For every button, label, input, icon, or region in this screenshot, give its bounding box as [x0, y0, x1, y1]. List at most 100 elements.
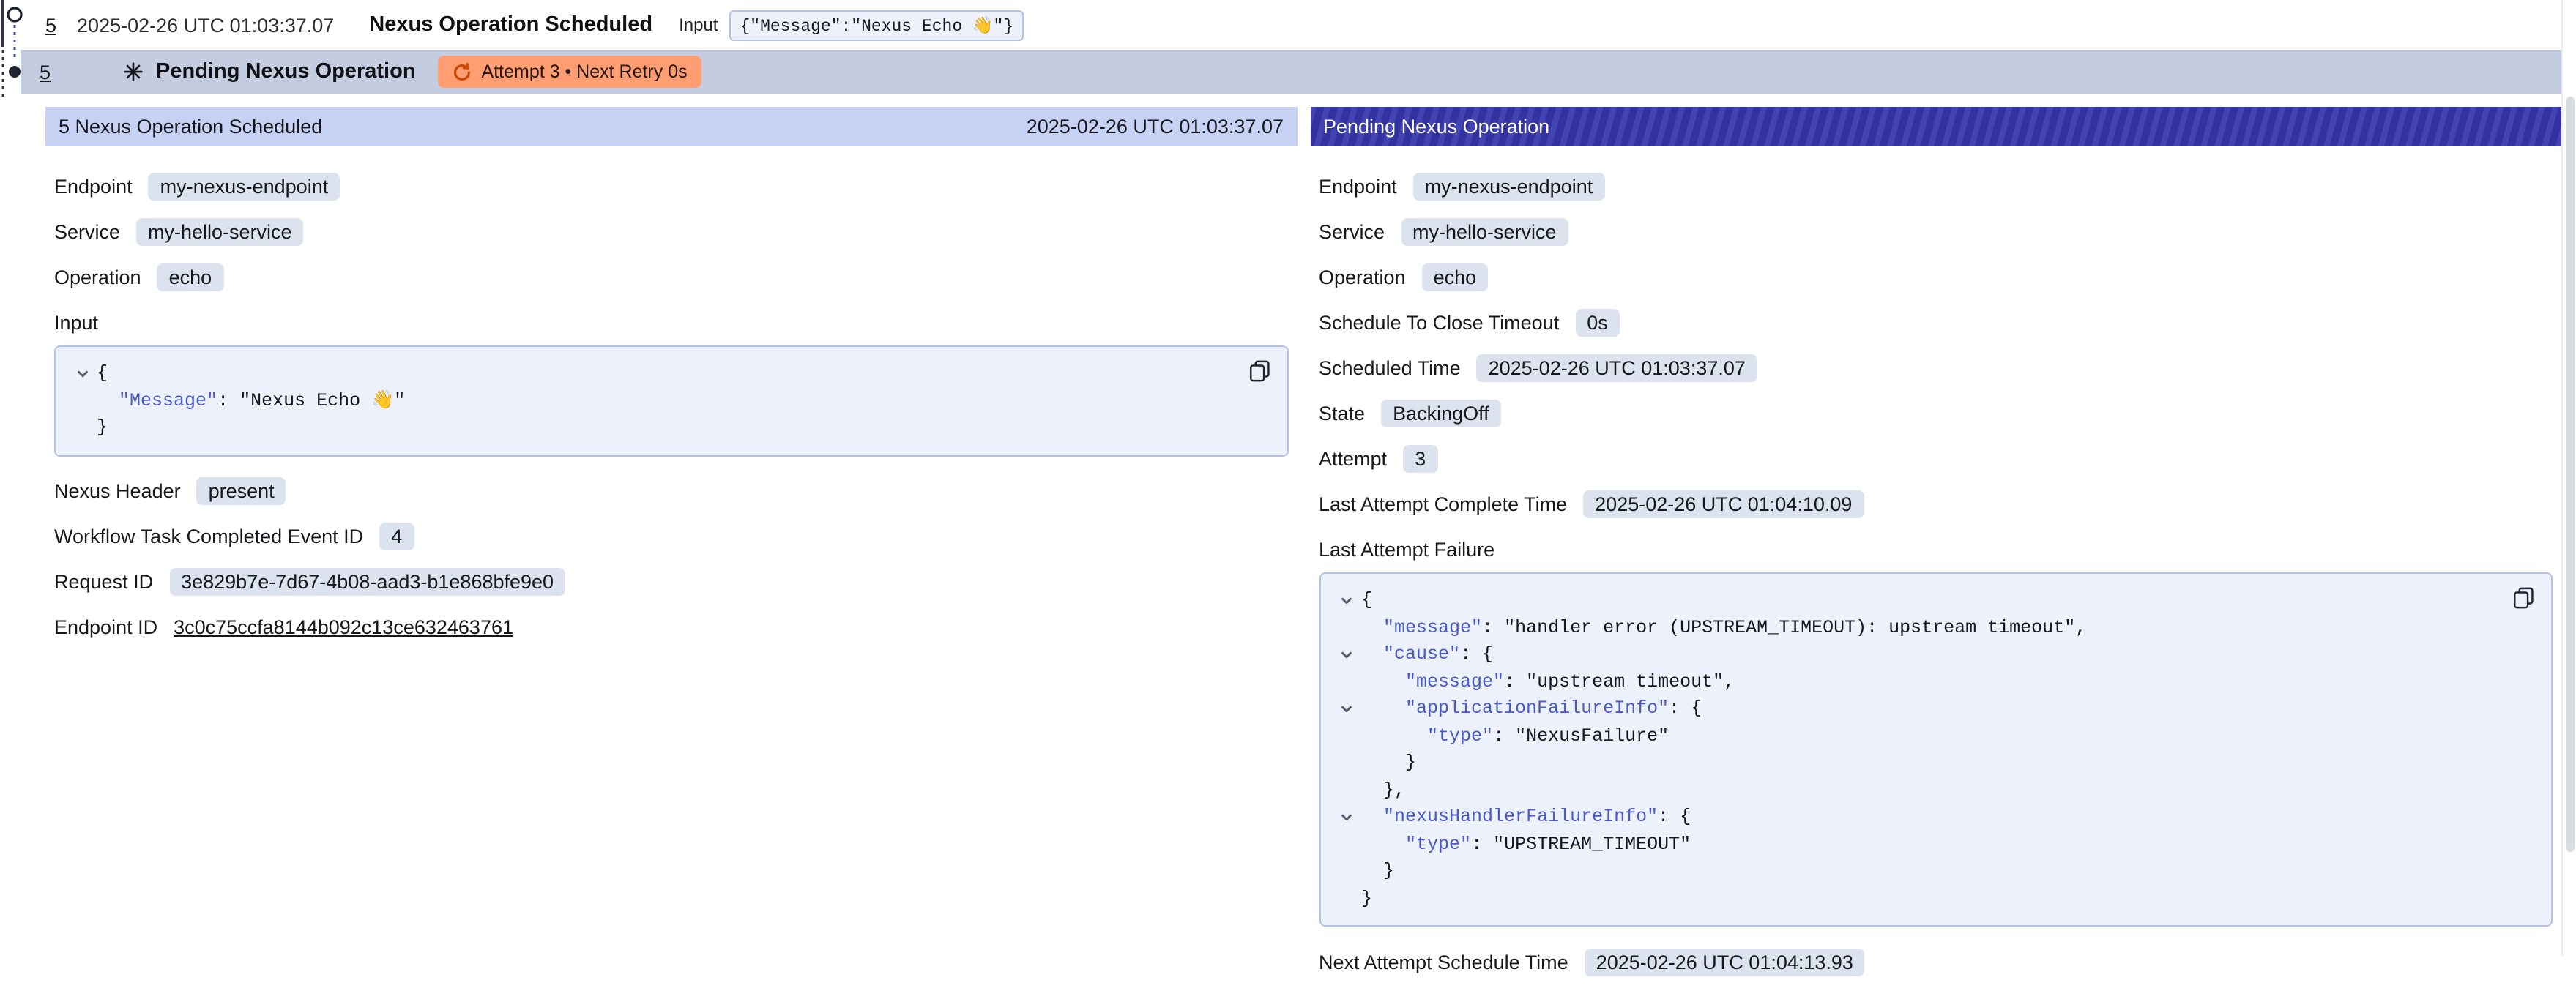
- event-panel-body: Endpoint my-nexus-endpoint Service my-hello…: [45, 146, 1297, 643]
- detail-panels: 5 Nexus Operation Scheduled 2025-02-26 U…: [45, 107, 2561, 991]
- collapse-chevron-icon[interactable]: [1332, 695, 1361, 722]
- endpoint-value-badge: my-nexus-endpoint: [149, 172, 340, 200]
- detail-label: Workflow Task Completed Event ID: [54, 526, 363, 547]
- scrollbar-thumb[interactable]: [2566, 97, 2575, 852]
- retry-icon: [453, 62, 472, 81]
- pending-asterisk-icon: [122, 61, 143, 82]
- event-id-link[interactable]: 5: [45, 14, 56, 36]
- pending-panel-body: Endpoint my-nexus-endpoint Service my-hello…: [1310, 146, 2561, 978]
- code-line-text: "message": "handler error (UPSTREAM_TIME…: [1361, 614, 2086, 641]
- detail-label: Endpoint: [54, 175, 133, 197]
- last-attempt-failure-json-block: { "message": "handler error (UPSTREAM_TI…: [1319, 572, 2553, 927]
- detail-label: Input: [54, 311, 98, 333]
- detail-row-nexus-header: Nexus Header present: [54, 475, 1288, 507]
- code-gutter: [67, 414, 97, 441]
- code-line-text: "type": "UPSTREAM_TIMEOUT": [1361, 831, 1691, 858]
- detail-row-operation: Operation echo: [1319, 261, 2553, 293]
- code-gutter: [67, 387, 97, 414]
- detail-label: Next Attempt Schedule Time: [1319, 951, 1568, 973]
- code-line-text: "Message": "Nexus Echo 👋": [97, 387, 405, 414]
- detail-row-service: Service my-hello-service: [1319, 215, 2553, 247]
- detail-label: Endpoint ID: [54, 616, 157, 638]
- event-summary-row[interactable]: 5 2025-02-26 UTC 01:03:37.07 Nexus Opera…: [32, 0, 2561, 50]
- code-gutter: [1332, 885, 1361, 912]
- code-gutter: [1332, 722, 1361, 749]
- event-panel-header: 5 Nexus Operation Scheduled 2025-02-26 U…: [45, 107, 1297, 146]
- detail-row-endpoint: Endpoint my-nexus-endpoint: [1319, 170, 2553, 202]
- detail-row-scheduled-time: Scheduled Time 2025-02-26 UTC 01:03:37.07: [1319, 351, 2553, 384]
- detail-label: Request ID: [54, 571, 153, 593]
- detail-row-request-id: Request ID 3e829b7e-7d67-4b08-aad3-b1e868…: [54, 566, 1288, 598]
- input-json-block: { "Message": "Nexus Echo 👋"}: [54, 345, 1288, 456]
- detail-label: Last Attempt Complete Time: [1319, 493, 1567, 515]
- service-value-badge: my-hello-service: [136, 217, 304, 245]
- code-line-text: {: [97, 360, 108, 387]
- event-detail-panel: 5 Nexus Operation Scheduled 2025-02-26 U…: [45, 107, 1297, 657]
- detail-label: Endpoint: [1319, 175, 1397, 197]
- code-line-text: }: [97, 414, 108, 441]
- endpoint-id-link[interactable]: 3c0c75ccfa8144b092c13ce632463761: [174, 616, 513, 638]
- detail-row-endpoint-id: Endpoint ID 3c0c75ccfa8144b092c13ce632463…: [54, 611, 1288, 643]
- event-panel-title: 5 Nexus Operation Scheduled: [59, 116, 322, 138]
- event-panel-timestamp: 2025-02-26 UTC 01:03:37.07: [1027, 116, 1284, 138]
- detail-row-attempt: Attempt 3: [1319, 442, 2553, 474]
- code-line-text: "cause": {: [1361, 641, 1493, 668]
- schedule-to-close-timeout-value-badge: 0s: [1575, 308, 1620, 336]
- detail-row-last-attempt-complete-time: Last Attempt Complete Time2025-02-26 UTC…: [1319, 487, 2553, 520]
- retry-attempt-text: Attempt 3 • Next Retry 0s: [482, 61, 688, 82]
- detail-label: Operation: [1319, 266, 1406, 288]
- collapse-chevron-icon[interactable]: [1332, 804, 1361, 831]
- detail-row-operation: Operationecho: [54, 261, 1288, 293]
- collapse-chevron-icon[interactable]: [1332, 587, 1361, 614]
- detail-row-input: Input: [54, 306, 1288, 338]
- collapse-chevron-icon[interactable]: [67, 360, 97, 387]
- code-gutter: [1332, 668, 1361, 695]
- event-input-label: Input: [679, 15, 718, 35]
- code-gutter: [1332, 777, 1361, 804]
- copy-icon[interactable]: [2513, 587, 2535, 609]
- pending-title: Pending Nexus Operation: [156, 60, 416, 83]
- collapse-chevron-icon[interactable]: [1332, 641, 1361, 668]
- code-line-text: "type": "NexusFailure": [1361, 722, 1669, 749]
- attempt-value-badge: 3: [1403, 444, 1437, 472]
- code-gutter: [1332, 749, 1361, 777]
- detail-label: State: [1319, 402, 1365, 424]
- pending-panel-header: Pending Nexus Operation: [1310, 107, 2561, 146]
- detail-label: Last Attempt Failure: [1319, 538, 1494, 560]
- request-id-value-badge: 3e829b7e-7d67-4b08-aad3-b1e868bfe9e0: [169, 568, 565, 596]
- event-history-view: 5 2025-02-26 UTC 01:03:37.07 Nexus Opera…: [0, 0, 2576, 956]
- pending-operation-row[interactable]: 5 Pending Nexus Operation Attempt 3 • Ne…: [21, 50, 2561, 94]
- detail-label: Service: [1319, 220, 1385, 242]
- service-value-badge: my-hello-service: [1401, 217, 1568, 245]
- detail-label: Service: [54, 220, 120, 242]
- scheduled-time-value-badge: 2025-02-26 UTC 01:03:37.07: [1477, 354, 1757, 381]
- pending-node-icon: [9, 66, 21, 78]
- detail-row-endpoint: Endpoint my-nexus-endpoint: [54, 170, 1288, 202]
- code-line-text: "message": "upstream timeout",: [1361, 668, 1735, 695]
- detail-row-state: StateBackingOff: [1319, 397, 2553, 429]
- detail-label: Nexus Header: [54, 480, 181, 502]
- nexus-header-value-badge: present: [197, 477, 286, 505]
- code-gutter: [1332, 831, 1361, 858]
- detail-label: Operation: [54, 266, 141, 288]
- operation-value-badge: echo: [1422, 263, 1489, 291]
- code-line-text: "applicationFailureInfo": {: [1361, 695, 1702, 722]
- detail-label: Schedule To Close Timeout: [1319, 311, 1559, 333]
- event-input-chip: {"Message":"Nexus Echo 👋"}: [729, 10, 1024, 40]
- code-gutter: [1332, 614, 1361, 641]
- event-timestamp: 2025-02-26 UTC 01:03:37.07: [77, 14, 334, 36]
- retry-attempt-badge: Attempt 3 • Next Retry 0s: [438, 56, 702, 88]
- scrollbar[interactable]: [2561, 0, 2576, 956]
- code-line-text: }: [1361, 885, 1372, 912]
- copy-icon[interactable]: [1248, 360, 1270, 382]
- detail-row-schedule-to-close-timeout: Schedule To Close Timeout 0s: [1319, 306, 2553, 338]
- detail-label: Scheduled Time: [1319, 356, 1461, 378]
- pending-panel-title: Pending Nexus Operation: [1323, 116, 1549, 138]
- code-line-text: }: [1361, 749, 1416, 777]
- code-line-text: "nexusHandlerFailureInfo": {: [1361, 804, 1691, 831]
- detail-row-next-attempt-schedule-time: Next Attempt Schedule Time2025-02-26 UTC…: [1319, 946, 2553, 978]
- detail-label: Attempt: [1319, 447, 1387, 469]
- endpoint-value-badge: my-nexus-endpoint: [1413, 172, 1605, 200]
- pending-id-link[interactable]: 5: [40, 61, 51, 83]
- pending-detail-panel: Pending Nexus Operation Endpoint my-nexus…: [1310, 107, 2561, 991]
